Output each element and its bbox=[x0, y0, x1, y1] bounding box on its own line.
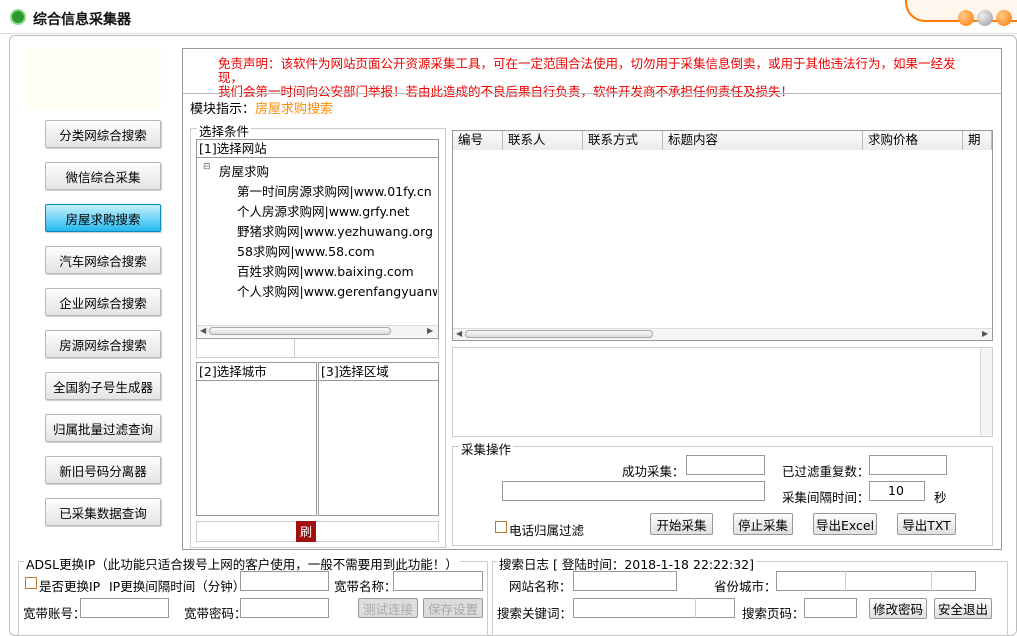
phone-filter-checkbox[interactable] bbox=[495, 521, 507, 533]
col-header-title[interactable]: 标题内容 bbox=[663, 131, 863, 150]
dup-label: 已过滤重复数： bbox=[782, 464, 870, 479]
tree-footer bbox=[196, 339, 439, 358]
nav-classified-search[interactable]: 分类网综合搜索 bbox=[45, 120, 161, 148]
site-name-field[interactable] bbox=[573, 571, 677, 591]
site-name-label: 网站名称： bbox=[509, 579, 572, 594]
keyword-field[interactable] bbox=[573, 598, 735, 618]
module-value: 房屋求购搜索 bbox=[255, 102, 334, 117]
ip-interval-input[interactable] bbox=[240, 571, 329, 591]
province-divider bbox=[845, 571, 846, 591]
col-header-contact[interactable]: 联系人 bbox=[503, 131, 583, 150]
province-field[interactable] bbox=[776, 571, 976, 591]
window-title: 综合信息采集器 bbox=[33, 12, 131, 28]
bb-account-input[interactable] bbox=[80, 598, 169, 618]
keyword-label: 搜索关键词： bbox=[497, 606, 573, 621]
table-scroll-thumb[interactable] bbox=[465, 330, 653, 338]
interval-input[interactable]: 10 bbox=[869, 481, 925, 501]
divider bbox=[183, 93, 1001, 94]
tree-item-yezhuwang[interactable]: 野猪求购网|www.yezhuwang.org bbox=[237, 221, 437, 240]
col-header-expect[interactable]: 期望 bbox=[963, 131, 992, 150]
nav-house-purchase-search[interactable]: 房屋求购搜索 bbox=[45, 204, 161, 232]
log-output-box[interactable] bbox=[452, 347, 993, 437]
bb-account-label: 宽带账号： bbox=[23, 606, 86, 621]
phone-filter-label: 电话归属过滤 bbox=[509, 523, 585, 538]
logo-area bbox=[28, 48, 162, 110]
dup-count-field[interactable] bbox=[869, 455, 947, 475]
safe-exit-button[interactable]: 安全退出 bbox=[934, 598, 992, 619]
minimize-button[interactable] bbox=[958, 10, 974, 26]
ip-interval-label: IP更换间隔时间（分钟） bbox=[109, 579, 246, 594]
col-header-price[interactable]: 求购价格 bbox=[863, 131, 963, 150]
stop-collect-button[interactable]: 停止采集 bbox=[733, 513, 793, 535]
tree-item-baixing[interactable]: 百姓求购网|www.baixing.com bbox=[237, 261, 437, 280]
col-header-phone[interactable]: 联系方式 bbox=[583, 131, 663, 150]
scroll-left-icon[interactable]: ◀ bbox=[456, 329, 462, 338]
success-label: 成功采集： bbox=[622, 464, 685, 479]
export-excel-button[interactable]: 导出Excel bbox=[813, 513, 877, 535]
refresh-button[interactable]: 刷 bbox=[296, 521, 316, 542]
status-field[interactable] bbox=[502, 481, 765, 501]
bb-name-input[interactable] bbox=[393, 571, 483, 591]
nav-number-generator[interactable]: 全国豹子号生成器 bbox=[45, 372, 161, 400]
disclaimer-line-1: 免责声明：该软件为网站页面公开资源采集工具，可在一定范围合法使用，切勿用于采集信… bbox=[218, 56, 956, 85]
nav-property-search[interactable]: 房源网综合搜索 bbox=[45, 330, 161, 358]
results-table bbox=[452, 130, 993, 341]
tree-hscrollbar[interactable]: ◀ ▶ bbox=[197, 325, 438, 337]
nav-wechat-collect[interactable]: 微信综合采集 bbox=[45, 162, 161, 190]
table-hscrollbar[interactable]: ◀ ▶ bbox=[453, 328, 992, 340]
bb-name-label: 宽带名称： bbox=[334, 579, 397, 594]
tree-item-grfy[interactable]: 个人房源求购网|www.grfy.net bbox=[237, 201, 437, 220]
nav-number-splitter[interactable]: 新旧号码分离器 bbox=[45, 456, 161, 484]
tree-item-gerenfangyuan[interactable]: 个人求购网|www.gerenfangyuanwar bbox=[237, 281, 437, 300]
col-header-id[interactable]: 编号 bbox=[453, 131, 503, 150]
save-settings-button[interactable]: 保存设置 bbox=[423, 598, 483, 618]
change-ip-checkbox[interactable] bbox=[25, 577, 37, 589]
module-label: 模块指示： bbox=[190, 102, 256, 117]
tree-item-01fy[interactable]: 第一时间房源求购网|www.01fy.cn bbox=[237, 181, 437, 200]
nav-batch-filter[interactable]: 归属批量过滤查询 bbox=[45, 414, 161, 442]
province-divider bbox=[931, 571, 932, 591]
tree-item-58[interactable]: 58求购网|www.58.com bbox=[237, 241, 437, 260]
bb-password-label: 宽带密码： bbox=[184, 606, 247, 621]
province-label: 省份城市： bbox=[714, 579, 777, 594]
change-password-button[interactable]: 修改密码 bbox=[869, 598, 927, 619]
area-panel[interactable]: [3]选择区域 bbox=[318, 362, 439, 516]
scroll-right-icon[interactable]: ▶ bbox=[427, 326, 433, 335]
tree-footer-divider bbox=[294, 339, 295, 358]
nav-company-search[interactable]: 企业网综合搜索 bbox=[45, 288, 161, 316]
disclaimer-line-2: 我们会第一时间向公安部门举报！若由此造成的不良后果自行负责，软件开发商不承担任何… bbox=[218, 84, 794, 99]
nav-collected-data[interactable]: 已采集数据查询 bbox=[45, 498, 161, 526]
app-logo-icon bbox=[10, 9, 26, 25]
test-connection-button[interactable]: 测试连接 bbox=[358, 598, 418, 618]
page-label: 搜索页码： bbox=[742, 606, 805, 621]
close-button[interactable] bbox=[996, 10, 1012, 26]
nav-car-search[interactable]: 汽车网综合搜索 bbox=[45, 246, 161, 274]
maximize-button[interactable] bbox=[977, 10, 993, 26]
scroll-right-icon[interactable]: ▶ bbox=[982, 329, 988, 338]
keyword-divider bbox=[695, 598, 696, 618]
export-txt-button[interactable]: 导出TXT bbox=[897, 513, 956, 535]
interval-label: 采集间隔时间： bbox=[782, 490, 870, 505]
site-header: [1]选择网站 bbox=[197, 140, 438, 158]
refresh-bar bbox=[196, 521, 439, 542]
success-count-field[interactable] bbox=[686, 455, 765, 475]
scroll-left-icon[interactable]: ◀ bbox=[200, 326, 206, 335]
page-field[interactable] bbox=[804, 598, 857, 618]
change-ip-label: 是否更换IP bbox=[39, 579, 101, 594]
collect-title: 采集操作 bbox=[459, 439, 514, 458]
city-panel[interactable]: [2]选择城市 bbox=[196, 362, 317, 516]
title-bar bbox=[0, 0, 1017, 34]
start-collect-button[interactable]: 开始采集 bbox=[650, 513, 713, 535]
conditions-title: 选择条件 bbox=[197, 121, 252, 140]
bb-password-input[interactable] bbox=[240, 598, 329, 618]
log-vscrollbar[interactable] bbox=[980, 348, 992, 436]
interval-unit: 秒 bbox=[934, 490, 947, 505]
module-indicator: 模块指示：房屋求购搜索 bbox=[190, 98, 333, 117]
area-header: [3]选择区域 bbox=[319, 363, 438, 381]
tree-root[interactable]: 房屋求购 bbox=[219, 161, 269, 180]
city-header: [2]选择城市 bbox=[197, 363, 316, 381]
tree-collapse-icon[interactable]: ⊟ bbox=[203, 162, 211, 172]
tree-scroll-thumb[interactable] bbox=[209, 327, 391, 335]
